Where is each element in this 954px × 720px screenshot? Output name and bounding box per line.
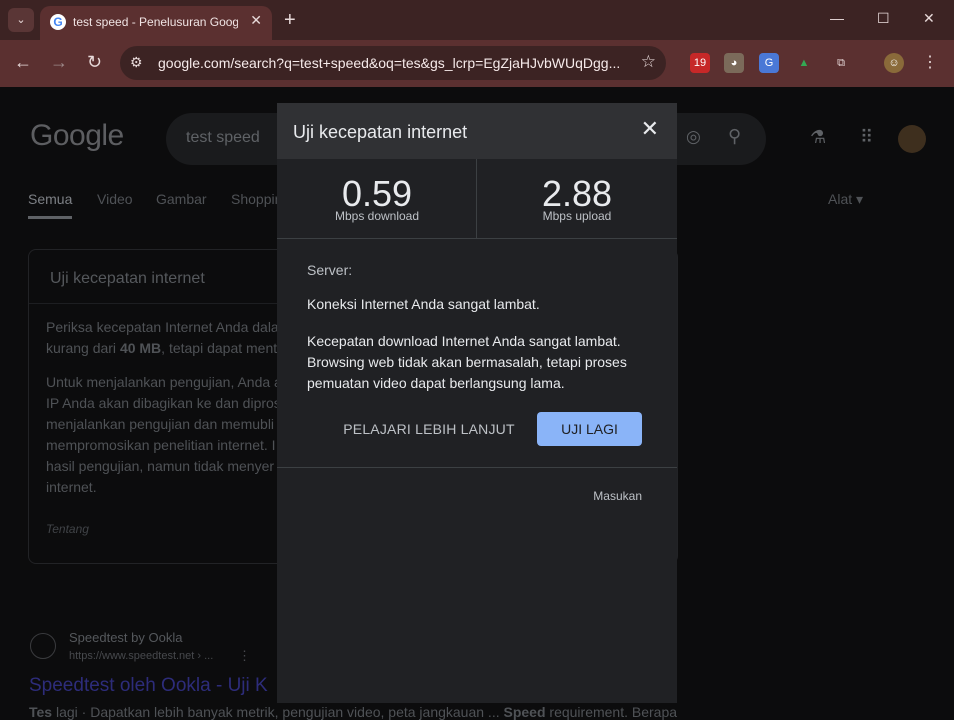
- dialog-title: Uji kecepatan internet: [293, 122, 468, 142]
- tools-dropdown[interactable]: Alat ▾: [828, 191, 863, 208]
- speedtest-favicon-icon: [30, 633, 56, 659]
- tab-images[interactable]: Gambar: [156, 191, 207, 207]
- about-link[interactable]: Tentang: [46, 522, 89, 536]
- extensions-puzzle-icon[interactable]: ⧉: [831, 53, 851, 73]
- card-text-line: Periksa kecepatan Internet Anda dala: [46, 319, 279, 335]
- feedback-link[interactable]: Masukan: [593, 489, 642, 503]
- result-site-name[interactable]: Speedtest by Ookla: [69, 630, 182, 645]
- extension-badge-icon[interactable]: 19: [690, 53, 710, 73]
- card-text-line: mempromosikan penelitian internet. I: [46, 437, 276, 453]
- card-text-line: kurang dari 40 MB, tetapi dapat ment: [46, 340, 278, 356]
- close-tab-icon[interactable]: ✕: [250, 12, 262, 29]
- connection-status-text: Koneksi Internet Anda sangat lambat.: [307, 296, 540, 312]
- tab-bar: ⌄ G test speed - Penelusuran Google ✕ + …: [0, 0, 954, 40]
- tab-search-button[interactable]: ⌄: [8, 8, 34, 32]
- learn-more-button[interactable]: PELAJARI LEBIH LANJUT: [339, 417, 519, 441]
- server-label: Server:: [307, 262, 353, 278]
- retry-test-button[interactable]: UJI LAGI: [537, 412, 642, 446]
- extension-face-icon[interactable]: ◕: [724, 53, 744, 73]
- result-title-link[interactable]: Speedtest oleh Ookla - Uji K: [29, 675, 277, 697]
- url-text[interactable]: google.com/search?q=test+speed&oq=tes&gs…: [158, 55, 628, 71]
- maximize-icon[interactable]: ☐: [877, 10, 890, 27]
- result-url[interactable]: https://www.speedtest.net › ...: [69, 650, 213, 662]
- google-favicon-icon: G: [50, 14, 66, 30]
- card-text-line: IP Anda akan dibagikan ke dan dipros: [46, 395, 281, 411]
- close-window-icon[interactable]: ✕: [923, 10, 935, 27]
- tab-all[interactable]: Semua: [28, 191, 72, 207]
- reload-icon[interactable]: ↻: [87, 52, 102, 73]
- active-tab-indicator: [28, 216, 72, 219]
- browser-toolbar: ← → ↻ ⚙ google.com/search?q=test+speed&o…: [0, 40, 954, 87]
- labs-flask-icon[interactable]: ⚗: [810, 127, 826, 148]
- drive-icon[interactable]: ▲: [794, 53, 814, 73]
- card-text-line: hasil pengujian, namun tidak menyer: [46, 458, 275, 474]
- speedtest-dialog: Uji kecepatan internet ✕ 0.59 Mbps downl…: [277, 103, 677, 703]
- stats-divider: [277, 238, 677, 239]
- card-text-line: menjalankan pengujian dan memubli: [46, 416, 275, 432]
- tab-title: test speed - Penelusuran Google: [73, 15, 238, 29]
- tab-video[interactable]: Video: [97, 191, 133, 207]
- lens-icon[interactable]: ◎: [686, 127, 701, 147]
- card-text-line: Untuk menjalankan pengujian, Anda a: [46, 374, 282, 390]
- download-label: Mbps download: [334, 209, 420, 223]
- tools-label: Alat: [828, 191, 853, 207]
- forward-arrow-icon[interactable]: →: [50, 52, 68, 73]
- back-arrow-icon[interactable]: ←: [14, 52, 32, 73]
- card-title: Uji kecepatan internet: [50, 270, 205, 287]
- site-settings-icon[interactable]: ⚙: [130, 54, 143, 71]
- dialog-header: Uji kecepatan internet ✕: [277, 103, 677, 159]
- google-logo[interactable]: Google: [30, 119, 124, 153]
- result-more-icon[interactable]: ⋮: [238, 648, 251, 664]
- footer-divider: [277, 467, 677, 468]
- menu-kebab-icon[interactable]: ⋮: [920, 53, 940, 73]
- result-snippet: Tes lagi · Dapatkan lebih banyak metrik,…: [29, 704, 678, 720]
- browser-tab[interactable]: G test speed - Penelusuran Google ✕: [40, 6, 272, 40]
- upload-label: Mbps upload: [542, 209, 612, 223]
- speed-explanation-text: Kecepatan download Internet Anda sangat …: [307, 333, 627, 391]
- new-tab-icon[interactable]: +: [284, 8, 296, 32]
- profile-avatar-icon[interactable]: ☺: [884, 53, 904, 73]
- search-input[interactable]: test speed: [186, 129, 260, 147]
- minimize-icon[interactable]: —: [830, 10, 844, 26]
- card-text-line: internet.: [46, 479, 97, 495]
- search-icon[interactable]: ⚲: [728, 126, 741, 147]
- translate-icon[interactable]: G: [759, 53, 779, 73]
- bookmark-star-icon[interactable]: ☆: [641, 52, 656, 72]
- upload-stat: 2.88 Mbps upload: [477, 159, 677, 239]
- address-bar[interactable]: ⚙ google.com/search?q=test+speed&oq=tes&…: [120, 46, 666, 80]
- account-avatar[interactable]: [898, 125, 926, 153]
- download-stat: 0.59 Mbps download: [277, 159, 477, 239]
- apps-grid-icon[interactable]: ⠿: [860, 127, 873, 148]
- close-dialog-icon[interactable]: ✕: [641, 117, 659, 141]
